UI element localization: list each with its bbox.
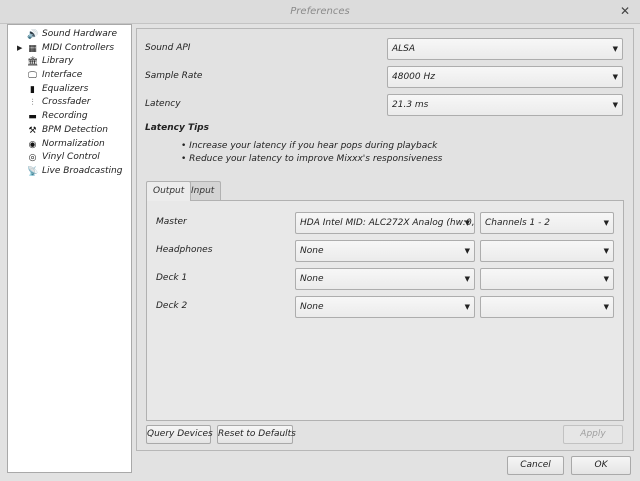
- deck2-device-select[interactable]: None ▼: [295, 296, 475, 318]
- deck1-device-value: None: [300, 274, 324, 284]
- output-row-label: Headphones: [156, 245, 213, 255]
- preferences-window: 🔊 Sound Hardware ▶ ▦ MIDI Controllers 🏛 …: [0, 24, 640, 481]
- sidebar-item-label: Live Broadcasting: [42, 165, 123, 176]
- sidebar-item-crossfader[interactable]: ⫶ Crossfader: [8, 96, 131, 110]
- deck2-device-value: None: [300, 302, 324, 312]
- output-tab-panel: Master HDA Intel MID: ALC272X Analog (hw…: [146, 200, 624, 421]
- close-icon[interactable]: ✕: [618, 4, 632, 18]
- chevron-down-icon: ▼: [603, 275, 609, 283]
- sidebar-item-label: Crossfader: [42, 97, 91, 108]
- preferences-sidebar: 🔊 Sound Hardware ▶ ▦ MIDI Controllers 🏛 …: [7, 24, 132, 473]
- headphones-channels-select[interactable]: ▼: [480, 240, 614, 262]
- sidebar-item-vinyl-control[interactable]: ◎ Vinyl Control: [8, 151, 131, 165]
- latency-tips-heading: Latency Tips: [145, 123, 209, 133]
- sidebar-item-label: Sound Hardware: [42, 29, 118, 39]
- speaker-icon: 🔊: [27, 30, 39, 40]
- chevron-down-icon: ▼: [612, 101, 618, 109]
- latency-tip-1: • Increase your latency if you hear pops…: [181, 141, 438, 151]
- sidebar-item-label: BPM Detection: [42, 124, 108, 135]
- query-devices-button[interactable]: Query Devices: [146, 425, 213, 444]
- sample-rate-value: 48000 Hz: [392, 72, 435, 82]
- latency-value: 21.3 ms: [392, 100, 429, 110]
- chevron-down-icon: ▼: [464, 219, 470, 227]
- chevron-down-icon: ▼: [603, 303, 609, 311]
- sound-api-label: Sound API: [145, 43, 191, 53]
- sound-hardware-panel: Sound API ALSA ▼ Sample Rate 48000 Hz ▼ …: [136, 28, 634, 451]
- chevron-down-icon: ▼: [612, 73, 618, 81]
- sample-rate-label: Sample Rate: [145, 71, 203, 81]
- master-device-value: HDA Intel MID: ALC272X Analog (hw:0,0): [300, 218, 475, 228]
- deck1-device-select[interactable]: None ▼: [295, 268, 475, 290]
- chevron-down-icon: ▼: [603, 219, 609, 227]
- broadcast-waves-icon: ◉: [28, 139, 37, 150]
- sample-rate-select[interactable]: 48000 Hz ▼: [387, 66, 623, 88]
- chevron-down-icon: ▼: [464, 247, 470, 255]
- output-row-label: Deck 1: [156, 273, 188, 283]
- latency-label: Latency: [145, 99, 181, 109]
- crossfader-icon: ⫶: [31, 98, 34, 109]
- equalizer-icon: ▮: [30, 84, 35, 95]
- library-icon: 🏛: [27, 57, 39, 68]
- sidebar-item-midi-controllers[interactable]: ▶ ▦ MIDI Controllers: [8, 42, 131, 56]
- sidebar-item-live-broadcasting[interactable]: 📡 Live Broadcasting: [8, 165, 131, 179]
- sidebar-item-label: Normalization: [42, 138, 105, 149]
- monitor-icon: 🖵: [28, 71, 37, 82]
- sidebar-item-sound-hardware[interactable]: 🔊 Sound Hardware: [8, 28, 131, 42]
- apply-button[interactable]: Apply: [563, 425, 623, 444]
- chevron-down-icon: ▼: [464, 303, 470, 311]
- sound-api-select[interactable]: ALSA ▼: [387, 38, 623, 60]
- ok-button[interactable]: OK: [571, 456, 631, 475]
- sidebar-item-label: MIDI Controllers: [42, 42, 115, 53]
- master-channels-value: Channels 1 - 2: [485, 218, 550, 228]
- sidebar-item-equalizers[interactable]: ▮ Equalizers: [8, 83, 131, 97]
- sidebar-item-label: Library: [42, 56, 74, 67]
- output-row-label: Master: [156, 217, 187, 227]
- record-icon: ▬: [28, 112, 37, 123]
- sidebar-item-label: Recording: [42, 111, 88, 122]
- chevron-down-icon: ▼: [612, 45, 618, 53]
- latency-select[interactable]: 21.3 ms ▼: [387, 94, 623, 116]
- tab-output[interactable]: Output: [146, 181, 192, 201]
- vinyl-icon: ◎: [28, 153, 37, 164]
- sidebar-item-bpm-detection[interactable]: ⚒ BPM Detection: [8, 124, 131, 138]
- bpm-icon: ⚒: [28, 125, 37, 136]
- sidebar-item-library[interactable]: 🏛 Library: [8, 55, 131, 69]
- latency-tip-2: • Reduce your latency to improve Mixxx's…: [181, 154, 443, 164]
- title-bar: Preferences ✕: [0, 0, 640, 24]
- sidebar-item-label: Vinyl Control: [42, 152, 100, 163]
- satellite-icon: 📡: [27, 166, 39, 177]
- window-title: Preferences: [290, 6, 350, 17]
- expand-arrow-icon[interactable]: ▶: [17, 42, 22, 56]
- output-row-label: Deck 2: [156, 301, 188, 311]
- chevron-down-icon: ▼: [603, 247, 609, 255]
- deck2-channels-select[interactable]: ▼: [480, 296, 614, 318]
- sidebar-item-normalization[interactable]: ◉ Normalization: [8, 138, 131, 152]
- sound-api-value: ALSA: [392, 44, 416, 54]
- master-device-select[interactable]: HDA Intel MID: ALC272X Analog (hw:0,0) ▼: [295, 212, 475, 234]
- sidebar-item-label: Equalizers: [42, 83, 89, 94]
- reset-to-defaults-button[interactable]: Reset to Defaults: [217, 425, 296, 444]
- cancel-button[interactable]: Cancel: [507, 456, 564, 475]
- sidebar-item-interface[interactable]: 🖵 Interface: [8, 69, 131, 83]
- chevron-down-icon: ▼: [464, 275, 470, 283]
- keyboard-icon: ▦: [28, 43, 37, 54]
- master-channels-select[interactable]: Channels 1 - 2 ▼: [480, 212, 614, 234]
- headphones-device-select[interactable]: None ▼: [295, 240, 475, 262]
- headphones-device-value: None: [300, 246, 324, 256]
- sidebar-item-label: Interface: [42, 70, 83, 81]
- deck1-channels-select[interactable]: ▼: [480, 268, 614, 290]
- sidebar-item-recording[interactable]: ▬ Recording: [8, 110, 131, 124]
